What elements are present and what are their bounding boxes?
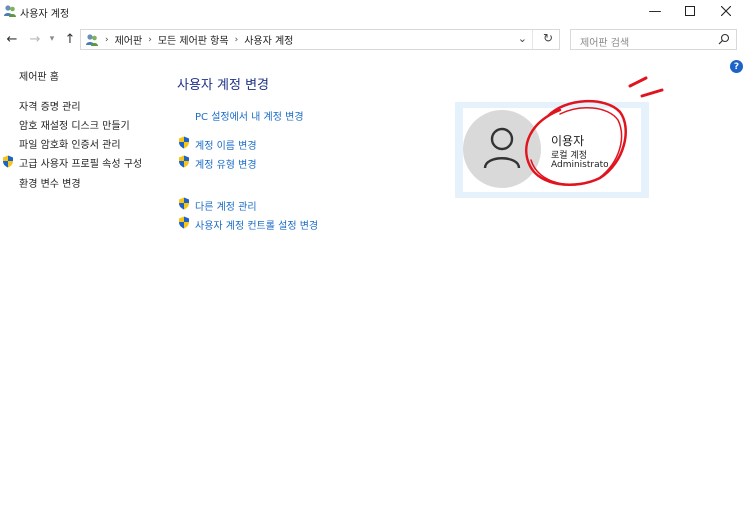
maximize-icon [685,6,695,16]
back-button[interactable]: ← [4,30,20,48]
avatar [463,110,541,188]
change-account-type-link[interactable]: 계정 유형 변경 [195,156,257,171]
credential-manager-link[interactable]: 자격 증명 관리 [19,98,81,113]
breadcrumb-all-items[interactable]: 모든 제어판 항목 [158,32,229,47]
user-accounts-icon [86,33,98,46]
divider [532,30,533,49]
help-icon[interactable]: ? [730,60,743,73]
address-dropdown-icon[interactable]: ⌄ [518,32,527,45]
refresh-icon[interactable]: ↻ [543,31,553,45]
user-name: 이용자 [551,134,585,148]
search-placeholder: 제어판 검색 [580,38,630,49]
forward-button[interactable]: → [27,30,43,48]
pc-settings-link[interactable]: PC 설정에서 내 계정 변경 [195,108,304,123]
uac-shield-icon [179,155,189,168]
uac-shield-icon [179,136,189,149]
close-icon [721,6,731,16]
maximize-button[interactable] [672,0,708,22]
arrow-up-icon: ↑ [64,31,76,47]
red-circle-annotation [525,76,664,186]
close-button[interactable] [708,0,743,22]
user-accounts-icon [4,5,16,17]
environment-variables-link[interactable]: 환경 변수 변경 [19,175,81,190]
breadcrumb-control-panel[interactable]: 제어판 [115,32,143,47]
window-title: 사용자 계정 [20,9,70,20]
advanced-profile-properties-link[interactable]: 고급 사용자 프로필 속성 구성 [19,155,142,170]
recent-locations-button[interactable]: ▾ [44,30,60,48]
manage-other-account-link[interactable]: 다른 계정 관리 [195,198,257,213]
breadcrumb-separator: › [105,34,109,45]
change-account-name-link[interactable]: 계정 이름 변경 [195,137,257,152]
breadcrumb-user-accounts[interactable]: 사용자 계정 [244,32,293,47]
arrow-right-icon: → [29,31,41,47]
account-role: Administrator [551,160,608,170]
uac-shield-icon [179,197,189,210]
uac-settings-link[interactable]: 사용자 계정 컨트롤 설정 변경 [195,217,318,232]
chevron-down-icon: ▾ [49,34,55,44]
uac-shield-icon [179,216,189,229]
breadcrumb-separator: › [148,34,152,45]
navigation-bar: ← → ▾ ↑ › 제어판 › 모든 제어판 항목 › 사용자 계정 ⌄ ↻ 제… [0,26,743,54]
search-icon[interactable] [718,33,730,45]
breadcrumb-separator: › [234,34,239,45]
page-title: 사용자 계정 변경 [177,78,269,93]
control-panel-home-link[interactable]: 제어판 홈 [19,68,59,83]
file-encryption-certificates-link[interactable]: 파일 암호화 인증서 관리 [19,136,121,151]
minimize-icon: — [648,3,662,19]
search-box[interactable]: 제어판 검색 [570,29,737,50]
up-button[interactable]: ↑ [62,30,78,48]
arrow-left-icon: ← [6,31,18,47]
minimize-button[interactable]: — [637,0,673,22]
password-reset-disk-link[interactable]: 암호 재설정 디스크 만들기 [19,117,130,132]
title-bar: 사용자 계정 — [0,0,743,24]
user-icon [483,127,521,169]
address-bar[interactable]: › 제어판 › 모든 제어판 항목 › 사용자 계정 ⌄ ↻ [80,29,560,50]
uac-shield-icon [3,155,13,168]
